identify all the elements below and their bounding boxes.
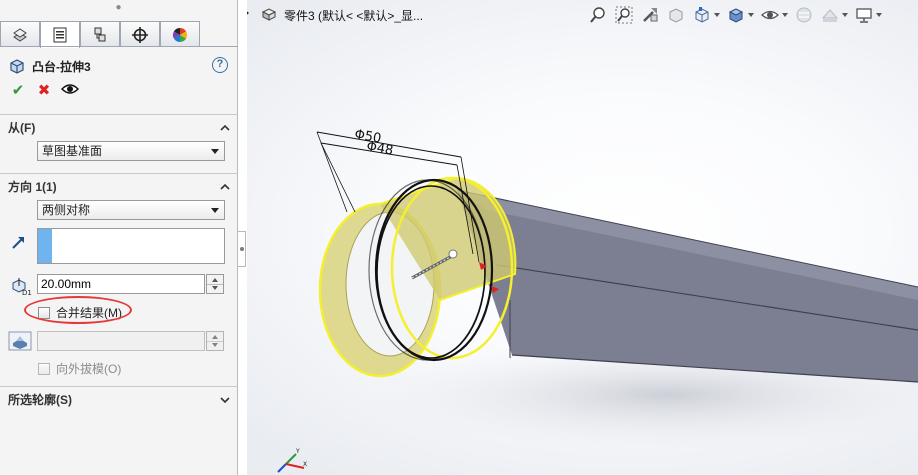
previous-view-icon	[643, 8, 658, 22]
reverse-direction-icon[interactable]	[10, 233, 28, 251]
chevron-down-icon[interactable]	[876, 13, 882, 17]
reference-triad-icon: Y X	[277, 448, 307, 473]
section-view-button[interactable]	[665, 5, 687, 25]
draft-toggle-icon[interactable]	[8, 331, 32, 351]
draft-outward-row: 向外拔模(O)	[38, 360, 121, 377]
tab-property-manager[interactable]	[40, 21, 80, 48]
display-style-button[interactable]	[725, 5, 747, 25]
depth-icon: D1	[12, 278, 32, 296]
edit-appearance-button[interactable]	[793, 5, 815, 25]
apply-scene-icon	[821, 9, 839, 22]
model-view[interactable]: Φ50 Φ48	[247, 0, 918, 475]
zoom-to-fit-button[interactable]	[587, 5, 609, 25]
feature-tree-icon	[13, 27, 27, 42]
graphics-area[interactable]: Φ50 Φ48 零件3 (默认< <默认>_显... Y X	[247, 0, 918, 475]
hide-show-button[interactable]	[759, 5, 781, 25]
ok-button[interactable]: ✔	[8, 82, 28, 100]
draft-angle-input	[37, 331, 205, 351]
draft-outward-label: 向外拔模(O)	[56, 362, 122, 376]
section-view-icon	[669, 8, 683, 23]
chevron-up-icon[interactable]	[220, 123, 230, 133]
view-settings-button[interactable]	[853, 5, 875, 25]
action-buttons: ✔ ✖	[8, 82, 86, 100]
zoom-area-button[interactable]	[613, 5, 635, 25]
draft-outward-checkbox	[38, 362, 50, 375]
panel-grip[interactable]: ●	[0, 0, 237, 16]
tab-bar-divider	[0, 46, 238, 47]
section-selected-contours[interactable]: 所选轮廓(S)	[0, 386, 238, 412]
apply-scene-button[interactable]	[819, 5, 841, 25]
chevron-down-icon[interactable]	[782, 13, 788, 17]
heads-up-toolbar	[587, 4, 887, 26]
hide-show-icon	[761, 10, 779, 20]
chevron-down-icon[interactable]	[748, 13, 754, 17]
feature-title: 凸台-拉伸3	[32, 59, 91, 74]
direction-selection-box[interactable]	[37, 228, 225, 264]
from-combo[interactable]: 草图基准面	[37, 141, 225, 161]
chevron-down-icon	[211, 149, 219, 154]
annotation-circle	[24, 296, 132, 324]
depth-spinner[interactable]	[206, 274, 224, 294]
part-icon[interactable]	[261, 6, 277, 22]
previous-view-button[interactable]	[639, 5, 661, 25]
section-direction1-label: 方向 1(1)	[8, 180, 57, 194]
section-direction1[interactable]: 方向 1(1)	[0, 173, 238, 199]
boss-extrude-icon	[10, 59, 24, 74]
chevron-down-icon[interactable]	[842, 13, 848, 17]
chevron-down-icon[interactable]	[714, 13, 720, 17]
chevron-up-icon[interactable]	[220, 182, 230, 192]
preview-button[interactable]	[60, 82, 80, 100]
draft-angle-spinner	[206, 331, 224, 351]
panel-splitter-handle[interactable]	[238, 231, 246, 267]
end-condition-combo[interactable]: 两侧对称	[37, 200, 225, 220]
tab-dimxpert-manager[interactable]	[120, 21, 160, 47]
dimension-inner-label[interactable]: Φ48	[365, 139, 394, 158]
section-from[interactable]: 从(F)	[0, 114, 238, 140]
view-settings-icon	[856, 8, 872, 23]
from-combo-value: 草图基准面	[42, 144, 103, 158]
end-condition-value: 两侧对称	[42, 203, 91, 217]
view-orientation-icon	[695, 7, 709, 23]
dimxpert-icon	[132, 26, 148, 43]
depth-input[interactable]	[37, 274, 205, 294]
chevron-down-icon[interactable]	[220, 395, 230, 405]
display-manager-icon	[172, 27, 188, 42]
section-from-label: 从(F)	[8, 121, 36, 135]
property-manager-panel: ● 凸台-拉伸3 ? ✔ ✖ 从(F) 草图基准面 方向 1(1) 两侧对称 D…	[0, 0, 238, 475]
manager-tab-bar	[0, 21, 238, 48]
svg-text:D1: D1	[22, 289, 32, 296]
extrude-preview	[318, 176, 517, 378]
cancel-button[interactable]: ✖	[34, 82, 54, 100]
svg-text:X: X	[303, 461, 307, 468]
zoom-to-fit-icon	[590, 7, 605, 23]
tab-display-manager[interactable]	[160, 21, 200, 47]
configuration-manager-icon	[94, 27, 106, 41]
eye-icon	[60, 84, 80, 94]
section-selected-contours-label: 所选轮廓(S)	[8, 393, 72, 407]
svg-text:Y: Y	[295, 448, 300, 455]
tab-configuration-manager[interactable]	[80, 21, 120, 47]
tree-expander-icon[interactable]	[247, 9, 249, 17]
zoom-area-icon	[615, 6, 633, 24]
body-front-face	[457, 190, 918, 382]
flyout-tree-label[interactable]: 零件3 (默认< <默认>_显...	[284, 7, 423, 24]
view-orientation-button[interactable]	[691, 5, 713, 25]
direction-selection-indicator	[38, 229, 52, 263]
edit-appearance-icon	[796, 7, 812, 23]
display-style-icon	[728, 8, 744, 23]
help-icon[interactable]: ?	[212, 57, 228, 73]
property-manager-icon	[53, 27, 67, 43]
tab-feature-manager[interactable]	[0, 21, 40, 47]
feature-header: 凸台-拉伸3 ?	[8, 56, 230, 76]
chevron-down-icon	[211, 208, 219, 213]
